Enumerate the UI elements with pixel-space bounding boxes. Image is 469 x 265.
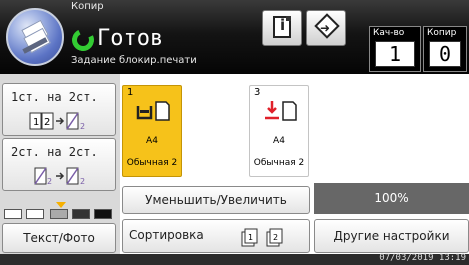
more-settings-button[interactable]: Другие настройки xyxy=(314,219,469,253)
tray-3-paper-size: A4 xyxy=(273,136,285,146)
density-indicator-icon xyxy=(56,202,66,208)
duplex-1-to-2-icon: 1 2 2 xyxy=(29,112,85,131)
quantity-label: Кач-во xyxy=(373,28,405,38)
density-segment[interactable] xyxy=(50,209,68,219)
app-name: Копир xyxy=(71,1,104,12)
job-status-text: Задание блокир.печати xyxy=(71,55,197,66)
copies-value: 0 xyxy=(429,41,461,67)
tray-1-number: 1 xyxy=(127,87,134,98)
duplex-1-to-2-button[interactable]: 1ст. на 2ст. 1 2 2 xyxy=(2,83,116,136)
copies-label: Копир xyxy=(427,28,457,38)
info-icon xyxy=(273,16,291,38)
duplex-2-to-2-button[interactable]: 2ст. на 2ст. 2 2 xyxy=(2,138,116,191)
tray-1-paper-type: Обычная 2 xyxy=(126,158,178,168)
status-footer: 07/03/2019 13:19 xyxy=(0,253,469,265)
tray-1-button[interactable]: 1 A4 Обычная 2 xyxy=(122,85,182,177)
info-button[interactable] xyxy=(262,10,302,46)
quantity-value: 1 xyxy=(375,41,415,67)
svg-text:2: 2 xyxy=(273,233,278,242)
login-button[interactable]: ➜ xyxy=(306,10,346,46)
duplex-2-to-2-icon: 2 2 xyxy=(34,167,85,186)
density-segment[interactable] xyxy=(26,209,44,219)
svg-text:1: 1 xyxy=(248,233,253,242)
quantity-counter: Кач-во 1 xyxy=(369,26,421,72)
reduce-enlarge-button[interactable]: Уменьшить/Увеличить xyxy=(122,186,310,214)
original-type-button[interactable]: Текст/Фото xyxy=(2,223,116,253)
date-time: 07/03/2019 13:19 xyxy=(379,253,466,263)
svg-text:2: 2 xyxy=(80,177,85,186)
density-segment[interactable] xyxy=(4,209,22,219)
copier-app-icon[interactable] xyxy=(6,8,64,66)
tray-1-paper-size: A4 xyxy=(146,136,158,146)
zoom-value[interactable]: 100% xyxy=(314,183,469,214)
machine-status: Готов xyxy=(97,26,164,51)
duplex-2-to-2-label: 2ст. на 2ст. xyxy=(11,145,98,159)
copies-counter: Копир 0 xyxy=(423,26,467,72)
density-control[interactable] xyxy=(2,198,116,222)
svg-text:2: 2 xyxy=(47,177,52,186)
svg-text:2: 2 xyxy=(44,117,50,128)
tray-icon xyxy=(136,101,170,121)
tray-3-button[interactable]: 3 A4 Обычная 2 xyxy=(249,85,309,177)
svg-text:1: 1 xyxy=(33,117,39,128)
duplex-1-to-2-label: 1ст. на 2ст. xyxy=(11,90,98,104)
sort-icon: 1 2 xyxy=(241,228,283,247)
sort-label: Сортировка xyxy=(129,228,204,242)
bypass-tray-icon xyxy=(265,101,297,121)
tray-3-paper-type: Обычная 2 xyxy=(253,158,305,168)
density-segment[interactable] xyxy=(94,209,112,219)
density-segment[interactable] xyxy=(72,209,90,219)
tray-3-number: 3 xyxy=(254,87,261,98)
sort-button[interactable]: Сортировка 1 2 xyxy=(122,219,310,253)
header-bar: Копир Готов Задание блокир.печати ➜ Кач-… xyxy=(0,0,469,74)
ready-status-icon xyxy=(68,25,98,55)
svg-text:2: 2 xyxy=(80,122,85,131)
